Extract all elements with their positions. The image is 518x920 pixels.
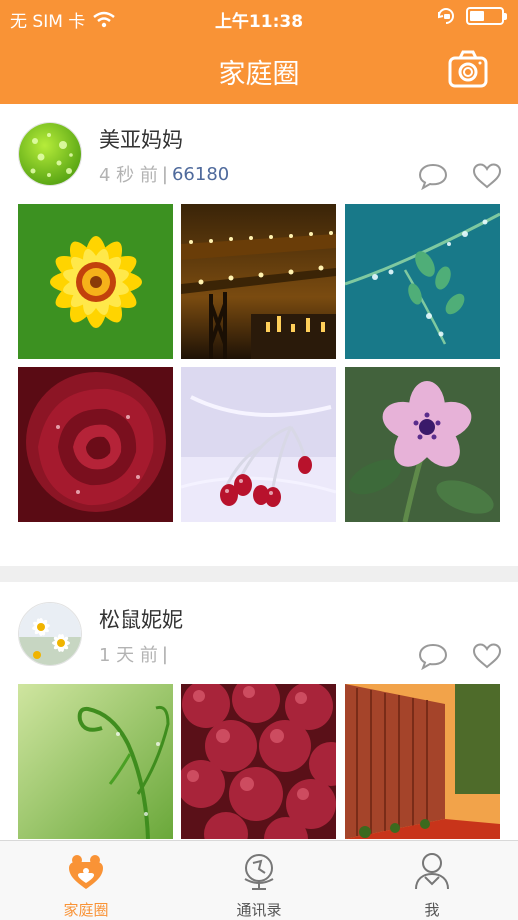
post-meta: 4 秒 前 | 66180 <box>99 161 229 187</box>
photo-thumbnail[interactable] <box>345 204 500 359</box>
tab-label: 通讯录 <box>236 901 282 919</box>
battery-fill <box>470 11 484 21</box>
photo-thumbnail[interactable] <box>181 367 336 522</box>
avatar[interactable] <box>18 602 82 666</box>
username[interactable]: 松鼠妮妮 <box>99 604 183 634</box>
comment-icon[interactable] <box>418 162 448 190</box>
page-title: 家庭圈 <box>218 59 300 90</box>
photo-thumbnail[interactable] <box>18 367 173 522</box>
post-separator <box>0 566 518 582</box>
post-card: 美亚妈妈 4 秒 前 | 66180 <box>0 104 518 569</box>
tab-family-circle[interactable]: 家庭圈 <box>0 841 172 920</box>
tab-contacts[interactable]: 通讯录 <box>173 841 345 920</box>
family-icon <box>69 855 103 889</box>
status-right <box>436 6 507 26</box>
post-time: 1 天 前 <box>99 645 158 666</box>
photo-thumbnail[interactable] <box>345 684 500 839</box>
battery-icon <box>466 7 507 25</box>
top-bar: 无 SIM 卡 上午11:38 家庭圈 <box>0 0 518 104</box>
photo-thumbnail[interactable] <box>181 204 336 359</box>
username[interactable]: 美亚妈妈 <box>99 124 183 154</box>
tab-label: 家庭圈 <box>63 901 109 919</box>
tab-label: 我 <box>424 901 440 919</box>
post-card: 松鼠妮妮 1 天 前 | <box>0 582 518 840</box>
person-icon <box>415 853 449 890</box>
photo-thumbnail[interactable] <box>345 367 500 522</box>
avatar[interactable] <box>18 122 82 186</box>
feed[interactable]: 美亚妈妈 4 秒 前 | 66180 松鼠妮妮 1 天 前 | <box>0 104 518 840</box>
post-meta: 1 天 前 | <box>99 641 172 667</box>
photo-thumbnail[interactable] <box>181 684 336 839</box>
comment-icon[interactable] <box>418 642 448 670</box>
status-bar: 无 SIM 卡 上午11:38 <box>0 0 518 34</box>
rotation-lock-icon <box>438 8 454 24</box>
tab-bar: 家庭圈 通讯录 我 <box>0 840 518 920</box>
like-icon[interactable] <box>472 642 502 670</box>
tab-me[interactable]: 我 <box>346 841 518 920</box>
camera-button[interactable] <box>448 50 488 88</box>
photo-thumbnail[interactable] <box>18 204 173 359</box>
meta-divider: | <box>161 163 168 185</box>
post-count: 66180 <box>171 163 230 185</box>
like-icon[interactable] <box>472 162 502 190</box>
meta-divider: | <box>161 643 168 665</box>
post-time: 4 秒 前 <box>99 165 158 186</box>
camera-icon <box>448 50 488 88</box>
globe-contacts-icon <box>244 854 274 890</box>
photo-thumbnail[interactable] <box>18 684 173 839</box>
